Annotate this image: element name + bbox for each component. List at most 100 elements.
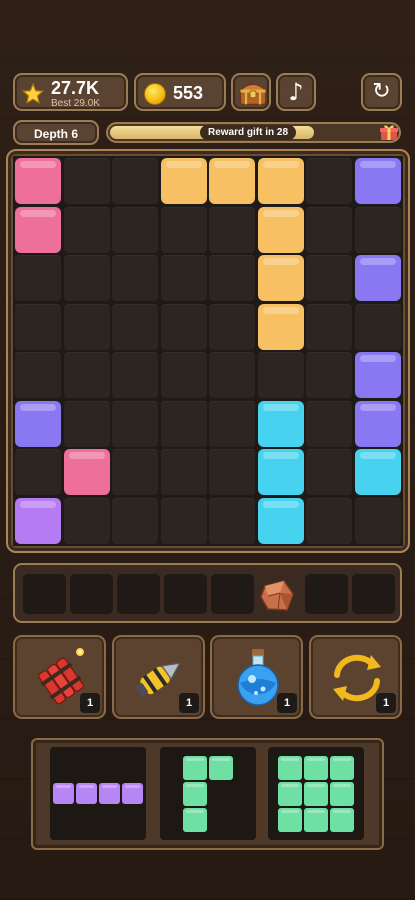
coin-count: 553 [173, 83, 204, 103]
board-block-purple [354, 400, 401, 447]
piece-horizontal-4-cell[interactable] [76, 783, 97, 804]
restart-button[interactable]: ↻ [361, 73, 402, 111]
board-block-orange [257, 158, 304, 204]
board-cell[interactable] [112, 449, 158, 495]
tray-slot [211, 574, 254, 614]
board-cell[interactable] [63, 352, 110, 398]
board-cell[interactable] [63, 497, 110, 544]
powerup-dynamite-button[interactable]: 1 [13, 635, 106, 719]
board-cell[interactable] [209, 352, 255, 398]
board-cell[interactable] [15, 303, 61, 350]
piece-square-3x3-cell[interactable] [278, 755, 302, 780]
piece-square-3x3-cell[interactable] [330, 755, 354, 780]
piece-l-shape-cell[interactable] [183, 755, 207, 780]
board-cell[interactable] [112, 400, 158, 447]
coin-icon [144, 83, 166, 105]
powerup-shuffle-button[interactable]: 1 [309, 635, 402, 719]
reward-progress-label: Reward gift in 28 [200, 125, 297, 140]
board-cell[interactable] [306, 158, 352, 204]
board-cell[interactable] [15, 352, 61, 398]
board-cell[interactable] [112, 303, 158, 350]
tray-slot [305, 574, 348, 614]
board-cell[interactable] [63, 206, 110, 253]
score-value: 27.7K [51, 78, 100, 98]
board-cell[interactable] [306, 206, 352, 253]
board-cell[interactable] [160, 497, 207, 544]
depth-badge: Depth 6 [13, 120, 99, 145]
board-cell[interactable] [112, 206, 158, 253]
board-cell[interactable] [112, 158, 158, 204]
board-cell[interactable] [112, 352, 158, 398]
score-display: 27.7K Best 29.0K [13, 73, 128, 111]
board-cell[interactable] [209, 303, 255, 350]
music-toggle-button[interactable]: ♪ [276, 73, 316, 111]
board-cell[interactable] [306, 352, 352, 398]
copper-ore-icon [260, 580, 294, 611]
piece-slot-2[interactable] [160, 747, 256, 840]
piece-square-3x3-cell[interactable] [330, 807, 354, 832]
board-cell[interactable] [209, 449, 255, 495]
piece-slot-1[interactable] [50, 747, 146, 840]
board-cell[interactable] [209, 255, 255, 301]
piece-l-shape-cell[interactable] [209, 755, 233, 780]
board-cell[interactable] [354, 206, 401, 253]
piece-square-3x3-cell[interactable] [304, 807, 328, 832]
tray-slot [23, 574, 66, 614]
board-block-orange [257, 255, 304, 301]
powerup-potion-button[interactable]: 1 [210, 635, 303, 719]
piece-slot-3[interactable] [268, 747, 364, 840]
board-block-cyan [257, 400, 304, 447]
board-block-cyan [257, 497, 304, 544]
reward-progress-bar: Reward gift in 28 [106, 122, 401, 143]
board-cell[interactable] [257, 352, 304, 398]
piece-square-3x3-cell[interactable] [278, 807, 302, 832]
board-cell[interactable] [354, 303, 401, 350]
board-cell[interactable] [63, 158, 110, 204]
board-cell[interactable] [15, 449, 61, 495]
powerup-count: 1 [179, 693, 199, 713]
board-cell[interactable] [209, 400, 255, 447]
board-cell[interactable] [209, 206, 255, 253]
board-cell[interactable] [160, 255, 207, 301]
piece-l-shape-cell[interactable] [183, 807, 207, 832]
board-cell[interactable] [160, 352, 207, 398]
game-board[interactable] [13, 156, 403, 546]
board-cell[interactable] [306, 255, 352, 301]
piece-square-3x3-cell[interactable] [330, 781, 354, 806]
board-cell[interactable] [306, 449, 352, 495]
gift-icon[interactable] [380, 124, 398, 141]
board-cell[interactable] [63, 255, 110, 301]
board-cell[interactable] [209, 497, 255, 544]
chest-button[interactable] [231, 73, 271, 111]
tray-slot [164, 574, 207, 614]
board-block-violet [15, 497, 61, 544]
board-block-purple [354, 352, 401, 398]
board-cell[interactable] [112, 255, 158, 301]
board-cell[interactable] [63, 303, 110, 350]
board-cell[interactable] [63, 400, 110, 447]
piece-l-shape-cell[interactable] [183, 781, 207, 806]
piece-square-3x3-cell[interactable] [304, 781, 328, 806]
board-cell[interactable] [160, 303, 207, 350]
board-cell[interactable] [112, 497, 158, 544]
collection-tray [13, 563, 402, 623]
piece-horizontal-4-cell[interactable] [122, 783, 143, 804]
piece-horizontal-4-cell[interactable] [53, 783, 74, 804]
piece-horizontal-4-cell[interactable] [99, 783, 120, 804]
board-block-orange [257, 206, 304, 253]
piece-square-3x3-cell[interactable] [304, 755, 328, 780]
board-cell[interactable] [160, 206, 207, 253]
board-cell[interactable] [160, 449, 207, 495]
board-cell[interactable] [306, 303, 352, 350]
tray-slot [352, 574, 395, 614]
piece-square-3x3-cell[interactable] [278, 781, 302, 806]
board-cell[interactable] [306, 400, 352, 447]
board-cell[interactable] [160, 400, 207, 447]
board-cell[interactable] [354, 497, 401, 544]
board-cell[interactable] [306, 497, 352, 544]
board-block-pink [15, 158, 61, 204]
star-icon [22, 83, 44, 104]
powerup-drill-button[interactable]: 1 [112, 635, 205, 719]
board-block-purple [354, 255, 401, 301]
board-cell[interactable] [15, 255, 61, 301]
